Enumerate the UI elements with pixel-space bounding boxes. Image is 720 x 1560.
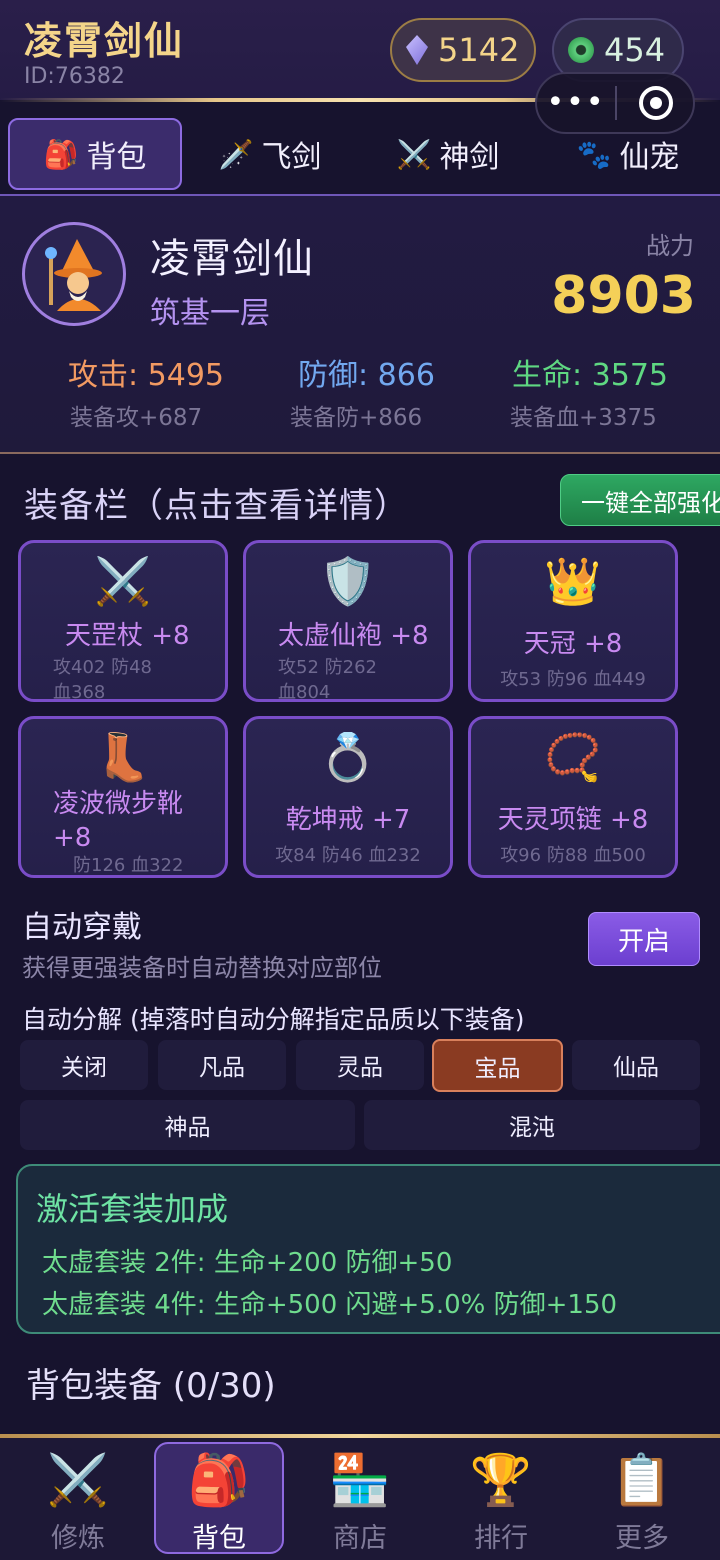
auto-wear-title: 自动穿戴 [22, 910, 142, 945]
set-bonus-panel: 激活套装加成 太虚套装 2件: 生命+200 防御+50 太虚套装 4件: 生命… [16, 1164, 720, 1334]
backpack-icon: 🎒 [43, 137, 79, 171]
equipment-slot-armor[interactable]: 🛡️ 太虚仙袍 +8 攻52 防262 血804 [243, 540, 453, 703]
tab-pet[interactable]: 🐾 仙宠 [548, 118, 708, 190]
auto-decompose-title: 自动分解 (掉落时自动分解指定品质以下装备) [22, 1005, 525, 1034]
equipment-slot-helmet[interactable]: 👑 天冠 +8 攻53 防96 血449 [468, 540, 678, 702]
health-stat: 生命: 3575 [512, 358, 668, 393]
spirit-stone-counter[interactable]: 5142 [390, 18, 536, 82]
bag-equipment-title: 背包装备 (0/30) [26, 1366, 276, 1406]
quality-option-treasure-selected[interactable]: 宝品 [432, 1039, 563, 1092]
equipment-name: 太虚仙袍 +8 [278, 621, 429, 651]
equip-health-bonus: 装备血+3375 [510, 405, 657, 431]
tab-divine-sword[interactable]: ⚔️ 神剑 [368, 118, 528, 190]
ring-icon: 💍 [319, 730, 377, 784]
store-icon: 🏪 [328, 1451, 392, 1509]
set-bonus-line: 太虚套装 2件: 生命+200 防御+50 [42, 1248, 453, 1278]
auto-wear-toggle-button[interactable]: 开启 [588, 912, 700, 966]
crossed-swords-icon: ⚔️ [46, 1451, 110, 1509]
wizard-avatar-icon [45, 239, 102, 311]
character-name: 凌霄剑仙 [150, 236, 314, 282]
prayer-beads-icon: 📿 [544, 730, 602, 784]
equipment-stats: 攻96 防88 血500 [500, 845, 646, 866]
app-title: 凌霄剑仙 [24, 19, 185, 63]
nav-item-store[interactable]: 🏪 商店 [290, 1438, 430, 1560]
quality-option-immortal[interactable]: 仙品 [572, 1040, 700, 1090]
profile-divider [0, 452, 720, 454]
equipment-stats: 攻402 防48 血368 [53, 657, 152, 703]
equipment-name: 凌波微步靴 +8 [53, 789, 184, 853]
cultivation-realm: 筑基一层 [150, 296, 270, 331]
equipment-stats: 攻84 防46 血232 [275, 845, 421, 866]
trophy-icon: 🏆 [469, 1451, 533, 1509]
attack-stat: 攻击: 5495 [68, 358, 224, 393]
tab-label: 神剑 [439, 140, 500, 175]
tab-label: 背包 [86, 140, 147, 175]
tab-label: 飞剑 [261, 140, 322, 175]
set-bonus-title: 激活套装加成 [36, 1190, 229, 1228]
nav-label: 修炼 [51, 1523, 105, 1554]
quality-option-spirit[interactable]: 灵品 [296, 1040, 424, 1090]
quality-option-common[interactable]: 凡品 [158, 1040, 286, 1090]
defense-stat: 防御: 866 [298, 358, 435, 393]
equip-defense-bonus: 装备防+866 [290, 405, 423, 431]
equipment-name: 天灵项链 +8 [497, 805, 649, 835]
nav-label: 商店 [333, 1523, 387, 1554]
equipment-section-title: 装备栏（点击查看详情） [24, 486, 409, 526]
nav-item-backpack[interactable]: 🎒 背包 [149, 1438, 289, 1560]
quality-option-off[interactable]: 关闭 [20, 1040, 148, 1090]
crossed-swords-icon: ⚔️ [94, 554, 152, 608]
boot-icon: 👢 [94, 730, 152, 784]
nav-label: 背包 [192, 1523, 246, 1554]
tab-backpack[interactable]: 🎒 背包 [8, 118, 182, 190]
backpack-icon: 🎒 [187, 1451, 251, 1509]
equipment-stats: 攻52 防262 血804 [278, 657, 377, 703]
quality-option-divine[interactable]: 神品 [20, 1100, 355, 1150]
tab-label: 仙宠 [619, 140, 680, 175]
equipment-name: 乾坤戒 +7 [285, 805, 411, 835]
equipment-slot-boots[interactable]: 👢 凌波微步靴 +8 防126 血322 [18, 716, 228, 878]
equipment-name: 天冠 +8 [523, 629, 623, 659]
equipment-stats: 攻53 防96 血449 [500, 669, 646, 690]
user-id: ID:76382 [24, 64, 125, 89]
tab-flying-sword[interactable]: 🗡️ 飞剑 [190, 118, 350, 190]
nav-label: 排行 [474, 1523, 528, 1554]
nav-label: 更多 [615, 1523, 669, 1554]
nav-item-more[interactable]: 📋 更多 [572, 1438, 712, 1560]
clipboard-icon: 📋 [610, 1451, 674, 1509]
auto-wear-description: 获得更强装备时自动替换对应部位 [22, 954, 382, 982]
nav-item-ranking[interactable]: 🏆 排行 [431, 1438, 571, 1560]
equipment-slot-necklace[interactable]: 📿 天灵项链 +8 攻96 防88 血500 [468, 716, 678, 878]
crown-icon: 👑 [544, 554, 602, 608]
crossed-swords-icon: ⚔️ [396, 137, 432, 171]
quality-option-chaos[interactable]: 混沌 [364, 1100, 700, 1150]
equipment-stats: 防126 血322 [73, 855, 184, 876]
jade-value: 454 [604, 31, 666, 69]
equipment-slot-weapon[interactable]: ⚔️ 天罡杖 +8 攻402 防48 血368 [18, 540, 228, 703]
spirit-stone-icon [406, 35, 428, 65]
bottom-navigation-items: ⚔️ 修炼 🎒 背包 🏪 商店 🏆 排行 📋 更多 [0, 1438, 720, 1560]
spirit-stone-value: 5142 [438, 31, 520, 69]
character-profile: 凌霄剑仙 筑基一层 战力 8903 攻击: 5495 防御: 866 生命: 3… [0, 196, 720, 452]
power-label: 战力 [646, 232, 694, 260]
avatar[interactable] [22, 222, 126, 326]
category-tabs: 🎒 背包 🗡️ 飞剑 ⚔️ 神剑 🐾 仙宠 [0, 112, 720, 194]
dagger-icon: 🗡️ [218, 137, 254, 171]
equipment-slot-ring[interactable]: 💍 乾坤戒 +7 攻84 防46 血232 [243, 716, 453, 878]
equip-attack-bonus: 装备攻+687 [70, 405, 203, 431]
strengthen-all-button[interactable]: 一键全部强化 [560, 474, 720, 526]
jade-icon [568, 37, 594, 63]
power-value: 8903 [551, 266, 696, 326]
paw-icon: 🐾 [576, 137, 612, 171]
nav-item-cultivate[interactable]: ⚔️ 修炼 [8, 1438, 148, 1560]
equipment-name: 天罡杖 +8 [65, 621, 190, 651]
set-bonus-line: 太虚套装 4件: 生命+500 闪避+5.0% 防御+150 [42, 1290, 618, 1320]
shield-icon: 🛡️ [319, 554, 377, 608]
